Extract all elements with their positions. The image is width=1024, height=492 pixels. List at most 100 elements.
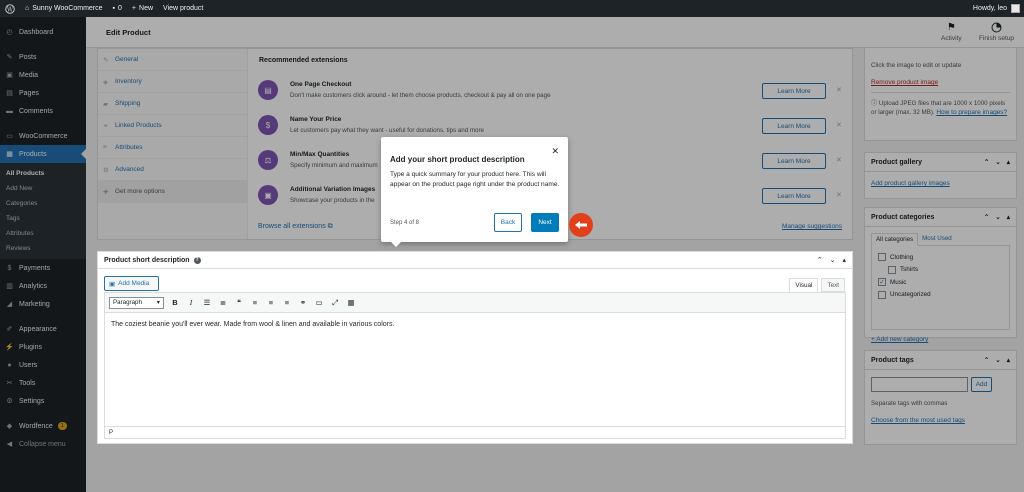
next-button[interactable]: Next xyxy=(531,213,559,232)
tab-most-used[interactable]: Most Used xyxy=(918,233,956,245)
learn-more-button[interactable]: Learn More xyxy=(762,153,826,169)
finish-setup-button[interactable]: Finish setup xyxy=(979,22,1014,42)
back-button[interactable]: Back xyxy=(494,213,522,232)
tab-visual[interactable]: Visual xyxy=(789,278,819,292)
new-content-link[interactable]: + New xyxy=(132,5,153,12)
add-media-button[interactable]: ▣ Add Media xyxy=(104,276,159,291)
chevron-down-icon[interactable]: ⌄ xyxy=(830,256,836,264)
bullet-list-icon[interactable]: ☰ xyxy=(202,298,212,308)
wordpress-logo-icon[interactable]: W xyxy=(5,3,15,14)
category-item[interactable]: ✓ Music xyxy=(878,276,1003,289)
add-new-category-link[interactable]: + Add new category xyxy=(871,336,928,343)
menu-wordfence[interactable]: ◆ Wordfence 1 xyxy=(0,417,86,435)
tab-inventory[interactable]: ◈ Inventory xyxy=(98,71,247,93)
numbered-list-icon[interactable]: ≣ xyxy=(218,298,228,308)
submenu-add-new[interactable]: Add New xyxy=(0,181,86,196)
menu-comments[interactable]: ▬ Comments xyxy=(0,102,86,120)
tab-get-more-options[interactable]: ✚ Get more options xyxy=(98,181,247,203)
tab-shipping[interactable]: ▰ Shipping xyxy=(98,93,247,115)
align-center-icon[interactable]: ≡ xyxy=(266,298,276,308)
toolbar-toggle-icon[interactable]: ▦ xyxy=(346,298,356,308)
chevron-down-icon[interactable]: ⌄ xyxy=(995,356,1000,364)
menu-products[interactable]: ▦ Products xyxy=(0,145,86,163)
menu-media[interactable]: ▣ Media xyxy=(0,66,86,84)
menu-posts[interactable]: ✎ Posts xyxy=(0,48,86,66)
learn-more-button[interactable]: Learn More xyxy=(762,188,826,204)
submenu-all-products[interactable]: All Products xyxy=(0,166,86,181)
checkbox-checked[interactable]: ✓ xyxy=(878,278,886,287)
bold-icon[interactable]: B xyxy=(170,298,180,308)
close-icon[interactable]: ✕ xyxy=(836,156,842,164)
tab-linked-products[interactable]: ⚭ Linked Products xyxy=(98,115,247,137)
choose-tags-link[interactable]: Choose from the most used tags xyxy=(871,417,965,424)
chevron-up-icon[interactable]: ⌃ xyxy=(984,158,989,166)
help-icon[interactable]: ? xyxy=(193,256,201,264)
learn-more-button[interactable]: Learn More xyxy=(762,118,826,134)
chevron-down-icon[interactable]: ⌄ xyxy=(995,158,1000,166)
menu-woocommerce[interactable]: ▭ WooCommerce xyxy=(0,127,86,145)
view-product-link[interactable]: View product xyxy=(163,5,203,12)
images-icon: ▣ xyxy=(258,185,278,205)
prepare-images-link[interactable]: How to prepare images? xyxy=(936,109,1007,116)
submenu-categories[interactable]: Categories xyxy=(0,196,86,211)
caret-up-icon[interactable]: ▴ xyxy=(1007,213,1010,221)
remove-image-link[interactable]: Remove product image xyxy=(865,69,1016,86)
site-name-link[interactable]: ⌂ Sunny WooCommerce xyxy=(25,5,103,12)
menu-payments[interactable]: $ Payments xyxy=(0,259,86,277)
checkbox[interactable] xyxy=(878,253,886,262)
align-left-icon[interactable]: ≡ xyxy=(250,298,260,308)
add-tag-button[interactable]: Add xyxy=(971,377,992,392)
align-right-icon[interactable]: ≡ xyxy=(282,298,292,308)
collapse-menu-button[interactable]: ◀ Collapse menu xyxy=(0,435,86,453)
add-gallery-images-link[interactable]: Add product gallery images xyxy=(871,180,950,187)
submenu-attributes[interactable]: Attributes xyxy=(0,226,86,241)
category-item[interactable]: Tshirts xyxy=(878,264,1003,277)
caret-up-icon[interactable]: ▴ xyxy=(842,256,846,264)
chevron-up-icon[interactable]: ⌃ xyxy=(984,356,989,364)
menu-settings[interactable]: ⚙ Settings xyxy=(0,392,86,410)
submenu-reviews[interactable]: Reviews xyxy=(0,241,86,256)
chevron-down-icon[interactable]: ⌄ xyxy=(995,213,1000,221)
account-menu[interactable]: Howdy, leo xyxy=(973,4,1020,13)
checkbox[interactable] xyxy=(878,290,886,299)
chevron-up-icon[interactable]: ⌃ xyxy=(984,213,989,221)
tab-all-categories[interactable]: All categories xyxy=(871,233,919,246)
format-select[interactable]: Paragraph ▾ xyxy=(109,296,164,309)
submenu-tags[interactable]: Tags xyxy=(0,211,86,226)
activity-button[interactable]: ⚑ Activity xyxy=(941,22,962,42)
category-item[interactable]: Clothing xyxy=(878,251,1003,264)
caret-up-icon[interactable]: ▴ xyxy=(1007,356,1010,364)
tab-advanced[interactable]: ⚙ Advanced xyxy=(98,159,247,181)
close-icon[interactable]: ✕ xyxy=(836,121,842,129)
menu-users[interactable]: ● Users xyxy=(0,356,86,374)
editor-content[interactable]: The coziest beanie you'll ever wear. Mad… xyxy=(111,321,394,328)
link-icon[interactable]: ⚭ xyxy=(298,298,308,308)
checkbox[interactable] xyxy=(888,265,896,274)
menu-pages[interactable]: ▤ Pages xyxy=(0,84,86,102)
menu-appearance[interactable]: ✐ Appearance xyxy=(0,320,86,338)
tag-input[interactable] xyxy=(871,377,968,392)
menu-tools[interactable]: ✂ Tools xyxy=(0,374,86,392)
close-icon[interactable]: ✕ xyxy=(836,191,842,199)
element-path: P xyxy=(105,426,845,438)
blockquote-icon[interactable]: ❝ xyxy=(234,298,244,308)
browse-all-link[interactable]: Browse all extensions ⧉ xyxy=(258,223,333,230)
tab-general[interactable]: ✎ General xyxy=(98,49,247,71)
comments-link[interactable]: ▪ 0 xyxy=(113,5,122,12)
menu-plugins[interactable]: ⚡ Plugins xyxy=(0,338,86,356)
category-item[interactable]: Uncategorized xyxy=(878,289,1003,302)
menu-dashboard[interactable]: ◴ Dashboard xyxy=(0,23,86,41)
manage-suggestions-link[interactable]: Manage suggestions xyxy=(782,223,842,230)
tab-text[interactable]: Text xyxy=(821,278,845,292)
learn-more-button[interactable]: Learn More xyxy=(762,83,826,99)
tab-attributes[interactable]: ≡ Attributes xyxy=(98,137,247,159)
italic-icon[interactable]: I xyxy=(186,298,196,308)
menu-marketing[interactable]: ◢ Marketing xyxy=(0,295,86,313)
fullscreen-icon[interactable]: ⤢ xyxy=(330,298,340,308)
menu-analytics[interactable]: ▥ Analytics xyxy=(0,277,86,295)
read-more-icon[interactable]: ▭ xyxy=(314,298,324,308)
caret-up-icon[interactable]: ▴ xyxy=(1007,158,1010,166)
close-icon[interactable]: ✕ xyxy=(551,146,559,157)
close-icon[interactable]: ✕ xyxy=(836,86,842,94)
chevron-up-icon[interactable]: ⌃ xyxy=(817,256,823,264)
